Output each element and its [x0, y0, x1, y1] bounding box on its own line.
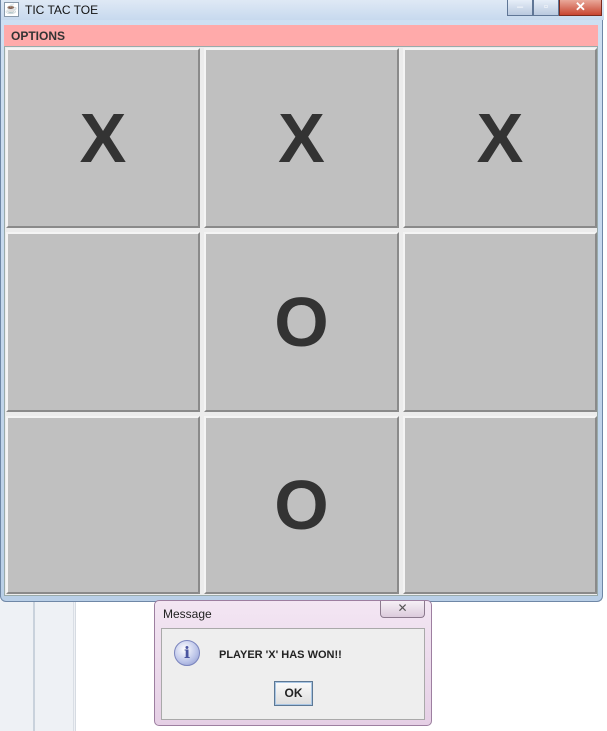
board-cell-5[interactable]: O — [204, 232, 399, 412]
maximize-button[interactable]: ▫ — [533, 0, 559, 16]
info-icon: i — [174, 640, 200, 666]
window-title: TIC TAC TOE — [25, 3, 99, 17]
dialog-body: i PLAYER 'X' HAS WON!! OK — [161, 628, 425, 720]
minimize-button[interactable]: – — [507, 0, 533, 16]
menu-options[interactable]: OPTIONS — [11, 29, 65, 43]
dialog-message: PLAYER 'X' HAS WON!! — [219, 649, 342, 661]
window-controls: – ▫ ✕ — [507, 0, 602, 18]
board-cell-8[interactable]: O — [204, 416, 399, 594]
game-board: X X X O O — [4, 46, 598, 596]
close-button[interactable]: ✕ — [559, 0, 602, 16]
board-cell-3[interactable]: X — [403, 48, 597, 228]
board-cell-9[interactable] — [403, 416, 597, 594]
board-cell-2[interactable]: X — [204, 48, 399, 228]
board-cell-4[interactable] — [6, 232, 200, 412]
background-divider — [33, 600, 35, 731]
ok-button[interactable]: OK — [274, 681, 313, 706]
menu-bar: OPTIONS — [4, 25, 598, 47]
board-cell-1[interactable]: X — [6, 48, 200, 228]
dialog-title: Message — [163, 607, 212, 621]
board-cell-6[interactable] — [403, 232, 597, 412]
background-divider — [73, 600, 74, 731]
board-cell-7[interactable] — [6, 416, 200, 594]
background-desktop-area — [0, 600, 76, 731]
java-cup-icon: ☕ — [4, 2, 19, 17]
game-window: ☕ TIC TAC TOE – ▫ ✕ OPTIONS X X X O O — [0, 0, 604, 602]
dialog-close-button[interactable]: ✕ — [380, 601, 425, 618]
message-dialog: Message ✕ i PLAYER 'X' HAS WON!! OK — [154, 600, 432, 726]
